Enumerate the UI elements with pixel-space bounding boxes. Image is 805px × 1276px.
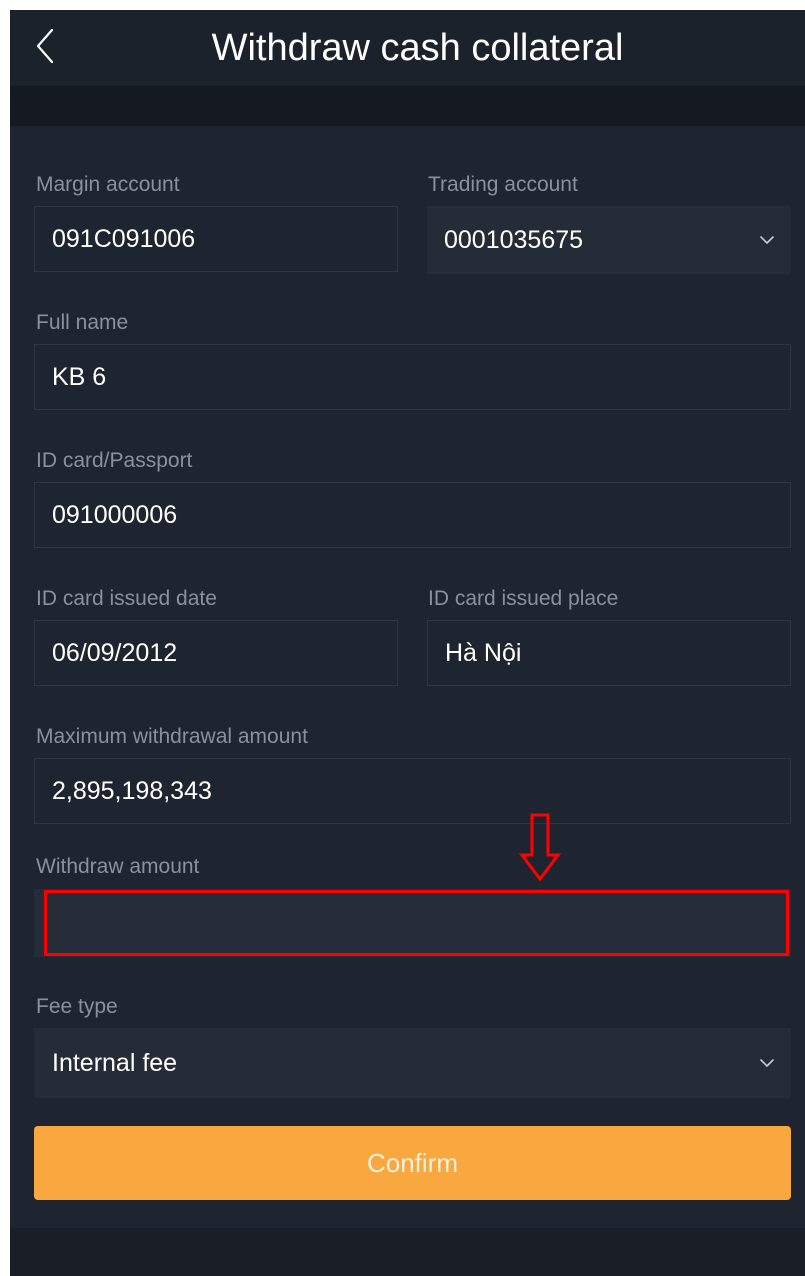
- chevron-down-icon: [759, 232, 775, 248]
- withdraw-amount-input[interactable]: [34, 889, 791, 957]
- confirm-button[interactable]: Confirm: [34, 1126, 791, 1200]
- header-divider: [10, 86, 805, 126]
- full-name-label: Full name: [36, 311, 129, 334]
- trading-account-value: 0001035675: [444, 226, 584, 254]
- fee-type-label: Fee type: [36, 995, 118, 1018]
- margin-account-label: Margin account: [36, 173, 180, 196]
- max-amount-field: 2,895,198,343: [34, 758, 791, 824]
- issued-place-label: ID card issued place: [428, 587, 619, 610]
- app-screen: Withdraw cash collateral Margin account …: [10, 10, 805, 1276]
- header-bar: Withdraw cash collateral: [10, 10, 805, 86]
- back-button[interactable]: [24, 18, 68, 74]
- chevron-down-icon: [759, 1055, 775, 1071]
- withdraw-amount-label: Withdraw amount: [36, 855, 200, 878]
- fee-type-select[interactable]: Internal fee: [34, 1028, 791, 1098]
- trading-account-select[interactable]: 0001035675: [427, 206, 791, 274]
- id-card-field: 091000006: [34, 482, 791, 548]
- trading-account-label: Trading account: [428, 173, 578, 196]
- id-card-label: ID card/Passport: [36, 449, 193, 472]
- max-amount-label: Maximum withdrawal amount: [36, 725, 308, 748]
- margin-account-field: 091C091006: [34, 206, 398, 272]
- fee-type-value: Internal fee: [52, 1049, 178, 1077]
- withdraw-form: Margin account 091C091006 Trading accoun…: [10, 126, 805, 1228]
- issued-date-field: 06/09/2012: [34, 620, 398, 686]
- issued-place-field: Hà Nội: [427, 620, 791, 686]
- full-name-field: KB 6: [34, 344, 791, 410]
- issued-date-label: ID card issued date: [36, 587, 217, 610]
- chevron-left-icon: [24, 18, 68, 74]
- page-title: Withdraw cash collateral: [211, 27, 624, 69]
